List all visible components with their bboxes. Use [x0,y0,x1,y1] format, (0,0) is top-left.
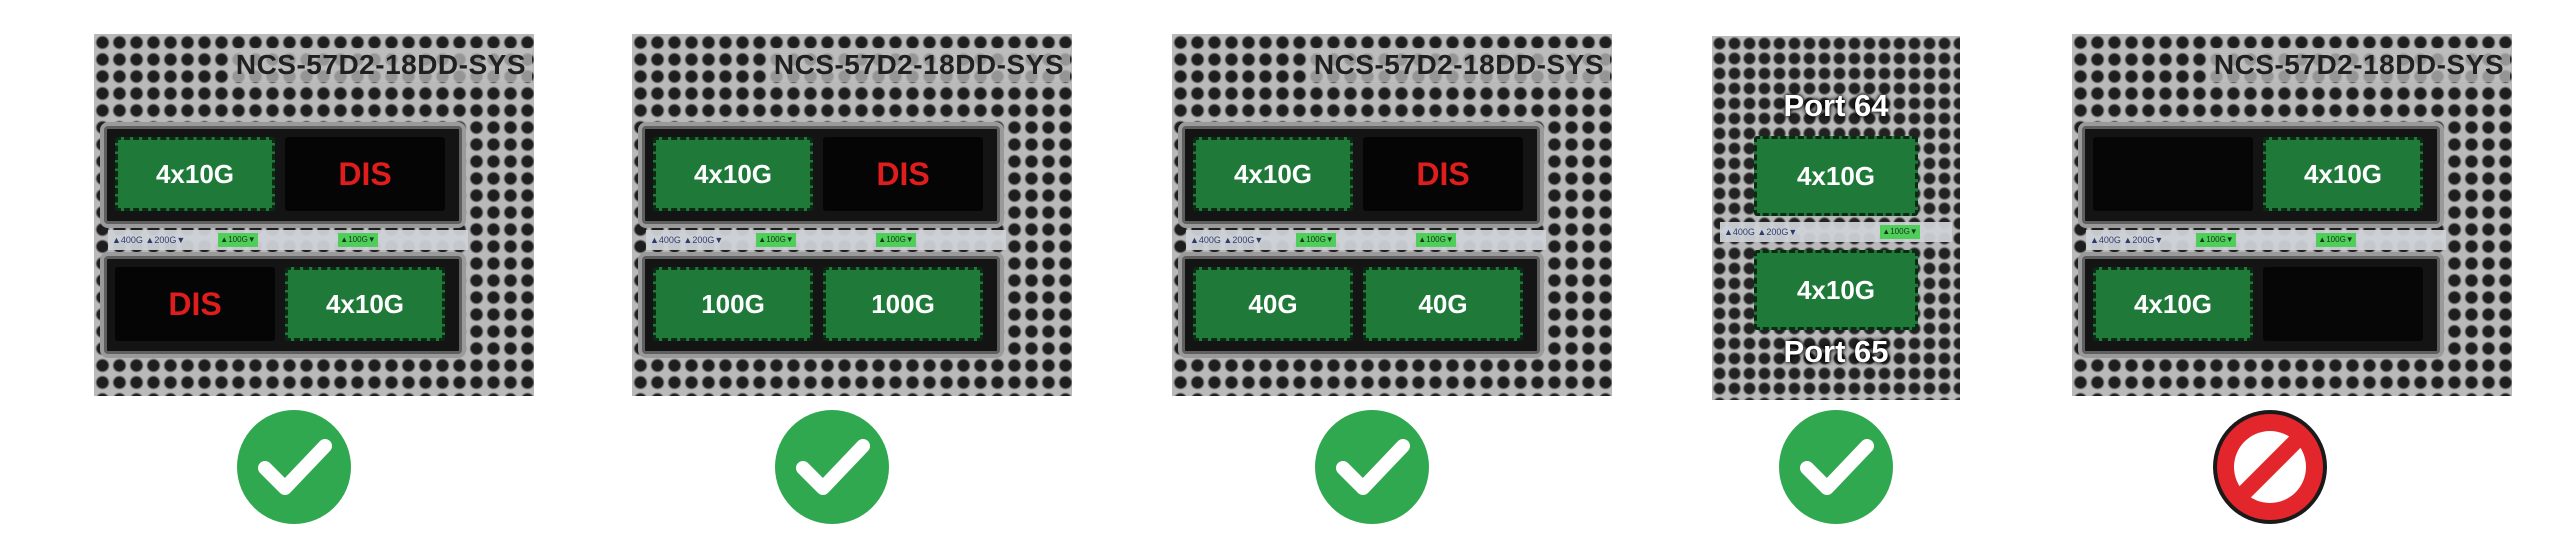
port-65-label: Port 65 [1783,334,1889,369]
bottom-left-module: 100G [653,267,813,341]
strip-chip-left: ▲100G▼ [2196,233,2236,247]
model-name: NCS-57D2-18DD-SYS [2207,48,2510,82]
strip-text: ▲400G ▲200G▼ [112,235,186,245]
model-name: NCS-57D2-18DD-SYS [767,48,1070,82]
strip-chip-left: ▲100G▼ [1296,233,1336,247]
top-right-disabled: DIS [285,137,445,211]
bottom-left-module: 4x10G [2093,267,2253,341]
port-64-module: 4x10G [1754,136,1918,216]
port-64-label: Port 64 [1783,88,1889,123]
top-left-module: 4x10G [1193,137,1353,211]
port-label-strip: ▲400G ▲200G▼ ▲100G▼ ▲100G▼ [2086,230,2446,250]
top-port-cage: 4x10G DIS [642,126,1000,224]
bottom-right-module: 40G [1363,267,1523,341]
port-label-strip: ▲400G ▲200G▼ ▲100G▼ [1720,222,1952,242]
strip-chip-right: ▲100G▼ [1416,233,1456,247]
config-panel-2: NCS-57D2-18DD-SYS 4x10G DIS ▲400G ▲200G▼… [632,34,1072,396]
check-circle-icon [1779,410,1893,524]
check-circle-icon [775,410,889,524]
top-left-module: 4x10G [653,137,813,211]
strip-text: ▲400G ▲200G▼ [1724,227,1798,237]
strip-text: ▲400G ▲200G▼ [2090,235,2164,245]
strip-chip-right: ▲100G▼ [2316,233,2356,247]
prohibited-icon [2213,410,2327,524]
port-label-strip: ▲400G ▲200G▼ ▲100G▼ ▲100G▼ [646,230,1006,250]
port-65-module: 4x10G [1754,250,1918,330]
bottom-port-cage: 4x10G [2082,256,2440,354]
top-right-module: 4x10G [2263,137,2423,211]
top-port-cage: 4x10G DIS [104,126,462,224]
bottom-right-module: 4x10G [285,267,445,341]
top-left-module: 4x10G [115,137,275,211]
model-name: NCS-57D2-18DD-SYS [1307,48,1610,82]
strip-chip: ▲100G▼ [1880,225,1920,239]
top-left-empty-slot [2093,137,2253,211]
bottom-port-cage: 100G 100G [642,256,1000,354]
strip-chip-left: ▲100G▼ [218,233,258,247]
bottom-left-disabled: DIS [115,267,275,341]
bottom-port-cage: DIS 4x10G [104,256,462,354]
strip-chip-left: ▲100G▼ [756,233,796,247]
strip-chip-right: ▲100G▼ [338,233,378,247]
port-label-strip: ▲400G ▲200G▼ ▲100G▼ ▲100G▼ [1186,230,1546,250]
check-circle-icon [1315,410,1429,524]
port-label-strip: ▲400G ▲200G▼ ▲100G▼ ▲100G▼ [108,230,468,250]
top-right-disabled: DIS [1363,137,1523,211]
config-panel-1: NCS-57D2-18DD-SYS 4x10G DIS ▲400G ▲200G▼… [94,34,534,396]
config-panel-4: Port 64 4x10G ▲400G ▲200G▼ ▲100G▼ 4x10G … [1712,36,1960,400]
strip-text: ▲400G ▲200G▼ [1190,235,1264,245]
config-panel-3: NCS-57D2-18DD-SYS 4x10G DIS ▲400G ▲200G▼… [1172,34,1612,396]
check-circle-icon [237,410,351,524]
strip-text: ▲400G ▲200G▼ [650,235,724,245]
bottom-left-module: 40G [1193,267,1353,341]
top-right-disabled: DIS [823,137,983,211]
config-panel-5: NCS-57D2-18DD-SYS 4x10G ▲400G ▲200G▼ ▲10… [2072,34,2512,396]
strip-chip-right: ▲100G▼ [876,233,916,247]
top-port-cage: 4x10G [2082,126,2440,224]
bottom-port-cage: 40G 40G [1182,256,1540,354]
bottom-right-empty-slot [2263,267,2423,341]
top-port-cage: 4x10G DIS [1182,126,1540,224]
bottom-right-module: 100G [823,267,983,341]
model-name: NCS-57D2-18DD-SYS [229,48,532,82]
